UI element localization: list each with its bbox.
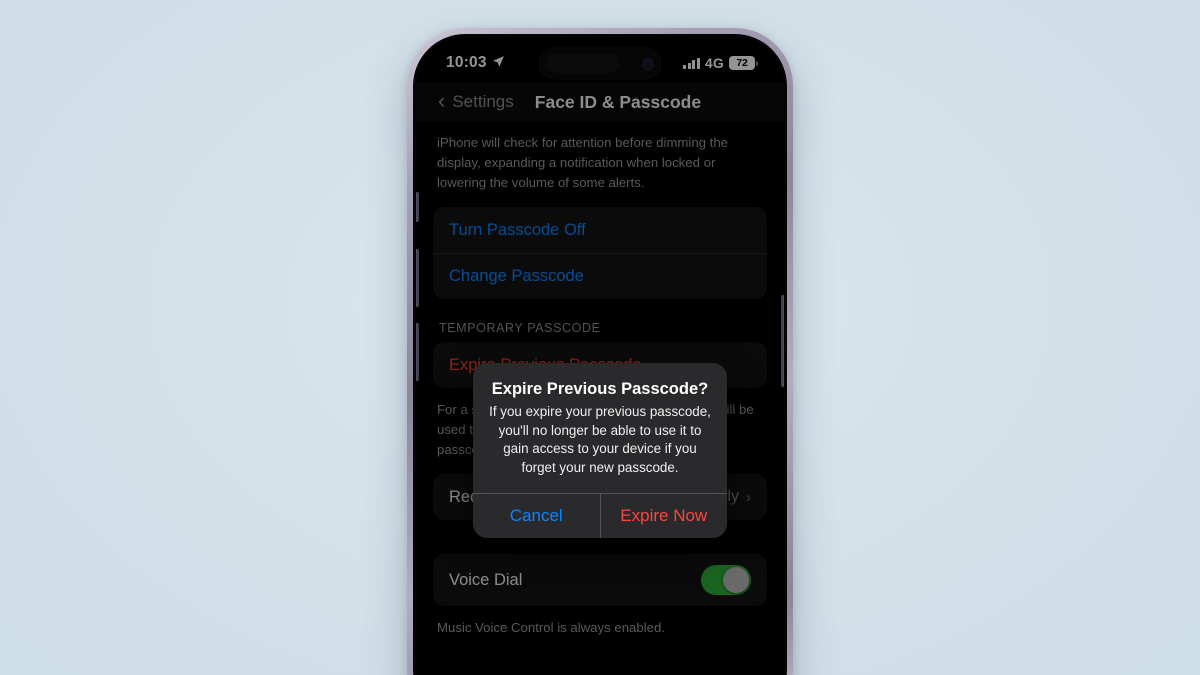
expire-now-button[interactable]: Expire Now [601, 494, 728, 538]
modal-dim-overlay [416, 37, 784, 675]
expire-passcode-alert-dialog: Expire Previous Passcode? If you expire … [473, 363, 727, 538]
alert-actions: Cancel Expire Now [473, 493, 727, 538]
alert-title: Expire Previous Passcode? [491, 380, 709, 398]
device-bezel: 10:03 4G 72 ‹ Settings Face ID & Passcod… [413, 34, 787, 675]
phone-screen: 10:03 4G 72 ‹ Settings Face ID & Passcod… [416, 37, 784, 675]
cancel-button[interactable]: Cancel [473, 494, 601, 538]
alert-body: Expire Previous Passcode? If you expire … [473, 363, 727, 493]
alert-message: If you expire your previous passcode, yo… [489, 404, 711, 475]
iphone-device-frame: 10:03 4G 72 ‹ Settings Face ID & Passcod… [407, 28, 793, 675]
